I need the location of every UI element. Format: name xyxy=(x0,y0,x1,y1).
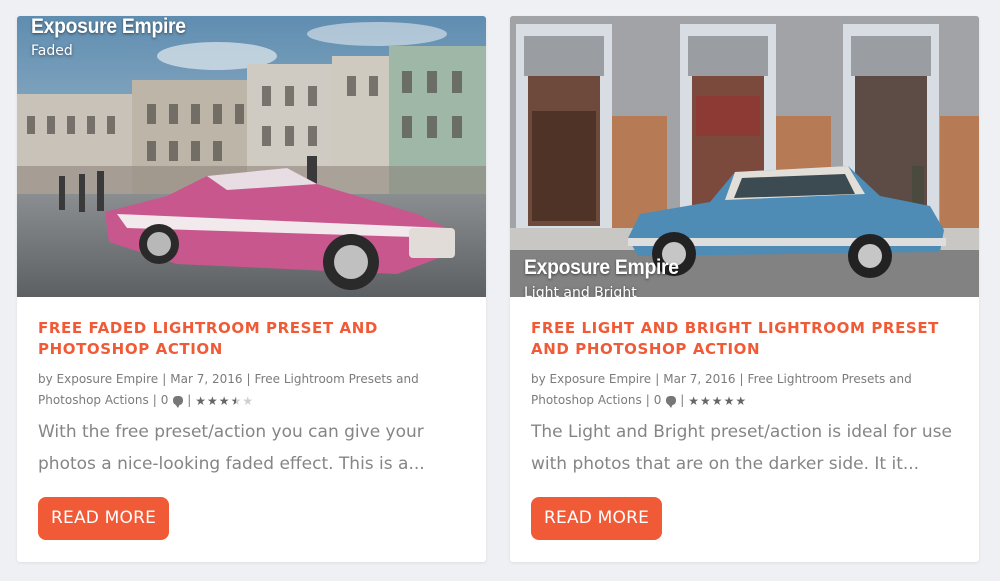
read-more-button[interactable]: READ MORE xyxy=(531,497,663,540)
comment-icon xyxy=(666,396,677,408)
post-thumbnail[interactable]: Exposure Empire Light and Bright xyxy=(510,16,979,297)
star-icon: ★ xyxy=(207,394,218,408)
star-icon: ★ xyxy=(711,394,723,408)
comment-icon xyxy=(173,396,184,408)
star-icon: ★ xyxy=(218,394,230,408)
post-date: Mar 7, 2016 xyxy=(170,372,243,386)
post-card-faded: Exposure Empire Faded FREE FADED LIGHTRO… xyxy=(17,16,486,562)
comment-count[interactable]: 0 xyxy=(654,393,662,407)
star-icon: ★ xyxy=(195,394,207,408)
post-author[interactable]: by Exposure Empire xyxy=(38,372,158,386)
post-thumbnail[interactable]: Exposure Empire Faded xyxy=(17,16,486,297)
blue-car-photo xyxy=(510,16,979,297)
star-icon: ★ xyxy=(230,394,242,408)
star-rating: ★ ★ ★ ★ ★ xyxy=(688,395,746,407)
post-date: Mar 7, 2016 xyxy=(663,372,736,386)
star-rating: ★ ★ ★ ★ ★ xyxy=(195,395,253,407)
havana-street-photo xyxy=(17,16,486,297)
watermark-preset-name: Faded xyxy=(31,43,73,59)
post-meta: by Exposure Empire | Mar 7, 2016 | Free Ligh… xyxy=(38,372,419,408)
post-excerpt: The Light and Bright preset/action is id… xyxy=(531,422,952,474)
post-title[interactable]: FREE LIGHT AND BRIGHT LIGHTROOM PRESET A… xyxy=(531,318,961,360)
post-excerpt: With the free preset/action you can give… xyxy=(38,422,425,474)
star-icon: ★ xyxy=(735,394,747,408)
comment-count[interactable]: 0 xyxy=(161,393,169,407)
star-icon: ★ xyxy=(700,394,711,408)
star-icon: ★ xyxy=(242,394,254,408)
star-icon: ★ xyxy=(688,394,700,408)
post-card-light-and-bright: Exposure Empire Light and Bright FREE LI… xyxy=(510,16,979,562)
watermark-preset-name: Light and Bright xyxy=(524,285,637,297)
post-title[interactable]: FREE FADED LIGHTROOM PRESET AND PHOTOSHO… xyxy=(38,318,468,360)
watermark-brand: Exposure Empire xyxy=(524,256,679,279)
watermark-brand: Exposure Empire xyxy=(31,16,186,38)
post-author[interactable]: by Exposure Empire xyxy=(531,372,651,386)
post-meta: by Exposure Empire | Mar 7, 2016 | Free Ligh… xyxy=(531,372,912,408)
star-icon: ★ xyxy=(723,394,735,408)
read-more-button[interactable]: READ MORE xyxy=(38,497,170,540)
